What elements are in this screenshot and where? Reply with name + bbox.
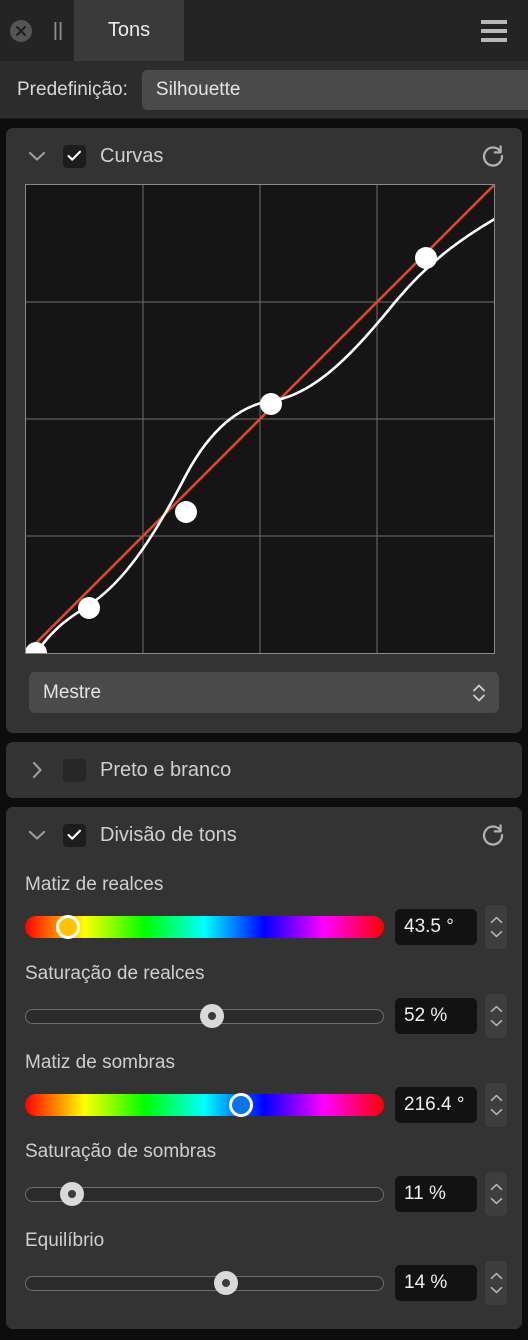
split-panel-header: Divisão de tons <box>6 807 522 863</box>
curves-enable-checkbox[interactable] <box>63 144 86 168</box>
tab-tons-label: Tons <box>107 19 151 41</box>
tone-panel-app: Tons Predefinição: Silhouette Curvas Mes… <box>0 0 528 1340</box>
split-panel-title: Divisão de tons <box>100 823 237 846</box>
slider-4[interactable] <box>25 1270 384 1296</box>
split-enable-checkbox[interactable] <box>63 823 86 847</box>
chevron-down-icon[interactable] <box>490 930 503 938</box>
split-toning-panel: Divisão de tons Matiz de realces 43.5 ° Sa… <box>6 807 522 1329</box>
curve-point-3[interactable] <box>260 393 282 415</box>
slider-3[interactable] <box>25 1181 384 1207</box>
hamburger-menu-icon-bar-1 <box>481 19 507 24</box>
pause-bars-icon <box>54 21 62 40</box>
slider-stepper-2[interactable] <box>485 1083 507 1127</box>
hamburger-menu-icon-bar-3 <box>481 37 507 42</box>
check-icon <box>67 829 82 840</box>
split-rows-container: Matiz de realces 43.5 ° Saturação de realc… <box>6 863 522 1329</box>
bw-enable-checkbox[interactable] <box>63 758 86 782</box>
channel-select-wrapper: Mestre <box>6 654 522 733</box>
slider-thumb-1[interactable] <box>199 1004 224 1028</box>
slider-thumb-2[interactable] <box>228 1093 253 1117</box>
preset-row: Predefinição: Silhouette <box>0 61 528 119</box>
slider-value-field-3[interactable]: 11 % <box>395 1176 477 1212</box>
title-tab-bar: Tons <box>0 0 528 61</box>
tabbar-spacer <box>184 0 466 61</box>
slider-label-3: Saturação de sombras <box>25 1141 217 1162</box>
split-expand-toggle[interactable] <box>24 829 50 841</box>
curve-point-4[interactable] <box>415 247 437 269</box>
bw-panel-header: Preto e branco <box>6 742 522 798</box>
check-icon <box>67 150 82 161</box>
slider-track-2 <box>25 1094 384 1116</box>
hamburger-menu-icon-bar-2 <box>481 28 507 33</box>
slider-0[interactable] <box>25 914 384 940</box>
chevron-down-icon[interactable] <box>490 1108 503 1116</box>
black-and-white-panel: Preto e branco <box>6 742 522 798</box>
channel-select-value: Mestre <box>43 681 102 703</box>
slider-value-field-1[interactable]: 52 % <box>395 998 477 1034</box>
pause-button[interactable] <box>42 0 74 61</box>
slider-stepper-1[interactable] <box>485 994 507 1038</box>
reset-circular-arrow-icon <box>482 145 504 167</box>
slider-label-2: Matiz de sombras <box>25 1052 175 1073</box>
slider-label-1: Saturação de realces <box>25 963 205 984</box>
slider-row-0: 43.5 ° <box>6 896 522 955</box>
menu-button[interactable] <box>466 0 528 61</box>
curves-panel-title: Curvas <box>100 144 164 167</box>
chevron-down-icon[interactable] <box>490 1019 503 1027</box>
chevron-down-icon <box>28 151 46 161</box>
curve-point-1[interactable] <box>78 597 100 619</box>
chevron-up-icon[interactable] <box>490 1005 503 1013</box>
slider-label-0: Matiz de realces <box>25 874 164 895</box>
close-circle-icon <box>10 19 32 42</box>
tone-curve-svg <box>26 185 494 653</box>
slider-value-field-4[interactable]: 14 % <box>395 1265 477 1301</box>
preset-value-field[interactable]: Silhouette <box>141 69 528 110</box>
slider-stepper-4[interactable] <box>485 1261 507 1305</box>
slider-thumb-4[interactable] <box>214 1271 239 1295</box>
curve-graph-wrapper <box>6 184 522 654</box>
slider-1[interactable] <box>25 1003 384 1029</box>
chevron-up-icon[interactable] <box>490 1183 503 1191</box>
chevron-right-icon <box>32 761 42 779</box>
slider-label-4: Equilíbrio <box>25 1230 105 1251</box>
bw-panel-title: Preto e branco <box>100 758 232 781</box>
slider-value-field-0[interactable]: 43.5 ° <box>395 909 477 945</box>
slider-row-1: 52 % <box>6 985 522 1044</box>
slider-stepper-0[interactable] <box>485 905 507 949</box>
slider-2[interactable] <box>25 1092 384 1118</box>
chevron-down-icon[interactable] <box>490 1286 503 1294</box>
slider-stepper-3[interactable] <box>485 1172 507 1216</box>
tab-tons[interactable]: Tons <box>74 0 184 61</box>
slider-thumb-3[interactable] <box>59 1182 84 1206</box>
chevron-down-icon[interactable] <box>490 1197 503 1205</box>
tone-curve-graph[interactable] <box>25 184 495 654</box>
slider-row-4: 14 % <box>6 1252 522 1311</box>
slider-value-field-2[interactable]: 216.4 ° <box>395 1087 477 1123</box>
curves-expand-toggle[interactable] <box>24 150 50 162</box>
slider-row-2: 216.4 ° <box>6 1074 522 1133</box>
channel-select[interactable]: Mestre <box>29 672 499 713</box>
reset-circular-arrow-icon <box>482 824 504 846</box>
close-button[interactable] <box>0 0 42 61</box>
split-reset-button[interactable] <box>478 820 508 850</box>
curves-panel-header: Curvas <box>6 128 522 184</box>
preset-label: Predefinição: <box>17 78 128 100</box>
chevron-up-icon[interactable] <box>490 1272 503 1280</box>
bw-expand-toggle[interactable] <box>24 761 50 779</box>
curves-reset-button[interactable] <box>478 141 508 171</box>
slider-row-3: 11 % <box>6 1163 522 1222</box>
chevron-up-icon[interactable] <box>490 1094 503 1102</box>
chevron-up-icon[interactable] <box>490 916 503 924</box>
curves-panel: Curvas Mestre <box>6 128 522 733</box>
slider-track-4 <box>25 1276 384 1291</box>
curve-point-2[interactable] <box>175 501 197 523</box>
chevron-down-icon <box>28 830 46 840</box>
chevron-up-down-icon <box>473 684 485 701</box>
